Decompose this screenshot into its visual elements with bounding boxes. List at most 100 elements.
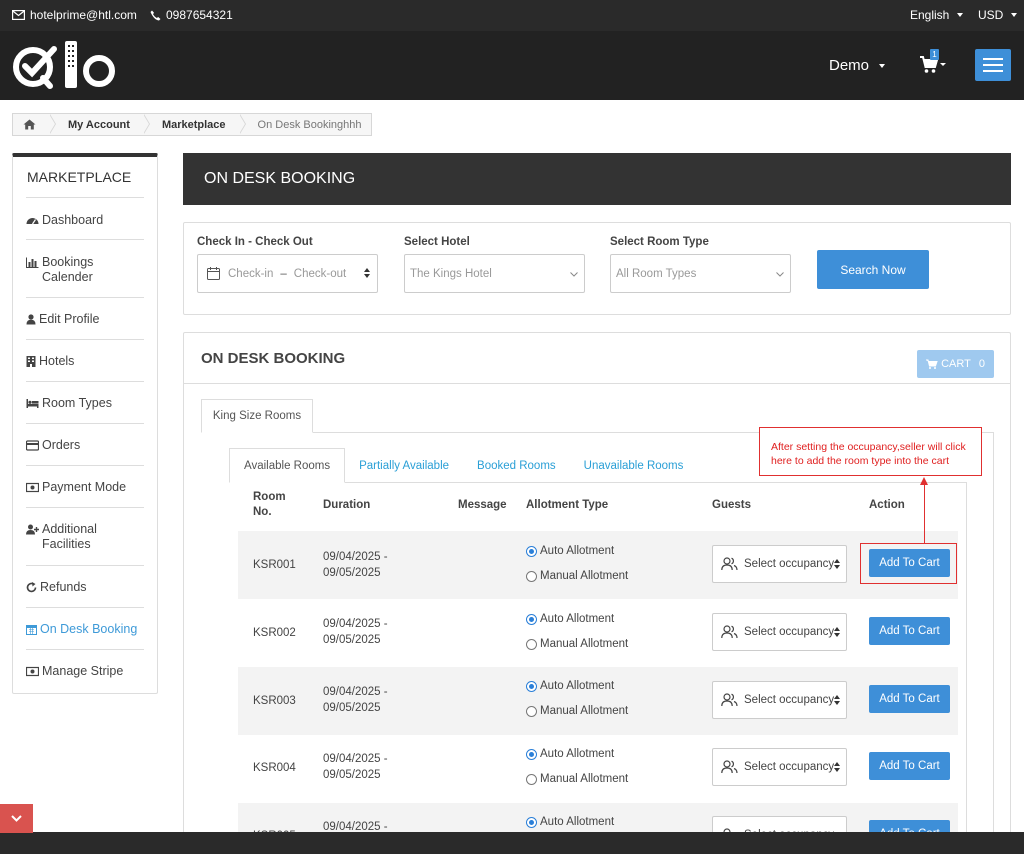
sidebar-item-bookings-calender[interactable]: Bookings Calender — [26, 239, 144, 297]
manual-allotment-label: Manual Allotment — [540, 773, 629, 785]
add-to-cart-button[interactable]: Add To Cart — [869, 685, 950, 713]
manual-allotment-radio[interactable]: Manual Allotment — [526, 705, 628, 717]
home-icon — [23, 119, 36, 130]
auto-allotment-radio[interactable]: Auto Allotment — [526, 680, 614, 692]
top-bar: hotelprime@htl.com 0987654321 English US… — [0, 0, 1024, 31]
auto-allotment-radio[interactable]: Auto Allotment — [526, 748, 614, 760]
duration-to: 09/05/2025 — [323, 634, 381, 646]
tab-booked-rooms[interactable]: Booked Rooms — [463, 448, 570, 483]
contact-email[interactable]: hotelprime@htl.com — [12, 8, 137, 22]
tab-available-rooms[interactable]: Available Rooms — [229, 448, 346, 483]
breadcrumb-my-account[interactable]: My Account — [50, 114, 150, 135]
money-icon — [26, 666, 39, 677]
bed-icon — [26, 399, 39, 408]
duration-to: 09/05/2025 — [323, 567, 381, 579]
date-separator: – — [280, 267, 287, 280]
radio-selected — [526, 748, 537, 760]
divider — [993, 432, 994, 854]
auto-allotment-label: Auto Allotment — [540, 748, 615, 760]
language-dropdown[interactable]: English — [910, 8, 964, 22]
sidebar-item-label: Hotels — [39, 354, 75, 368]
scroll-toggle-button[interactable] — [0, 804, 33, 833]
contact-phone[interactable]: 0987654321 — [150, 8, 233, 22]
annotation-callout: After setting the occupancy,seller will … — [759, 427, 982, 476]
breadcrumb-marketplace[interactable]: Marketplace — [144, 114, 246, 135]
occupancy-placeholder: Select occupancy — [744, 761, 835, 773]
manual-allotment-label: Manual Allotment — [540, 570, 629, 582]
manual-allotment-radio[interactable]: Manual Allotment — [526, 638, 628, 650]
sidebar-item-manage-stripe[interactable]: Manage Stripe — [26, 649, 144, 691]
occupancy-placeholder: Select occupancy — [744, 626, 835, 638]
hamburger-menu-button[interactable] — [975, 49, 1011, 81]
cart-count: 0 — [978, 358, 985, 370]
sidebar-item-orders[interactable]: Orders — [26, 423, 144, 465]
occupancy-select[interactable]: Select occupancy — [712, 748, 847, 786]
credit-card-icon — [26, 440, 39, 451]
users-icon — [721, 760, 738, 774]
money-icon — [26, 482, 39, 493]
sidebar-item-hotels[interactable]: Hotels — [26, 339, 144, 381]
chevron-down-icon — [570, 272, 578, 277]
currency-dropdown[interactable]: USD — [978, 8, 1018, 22]
radio-selected — [526, 816, 537, 828]
sidebar-item-label: Payment Mode — [42, 480, 127, 494]
booking-title: ON DESK BOOKING — [201, 350, 346, 367]
divider — [966, 482, 967, 854]
auto-allotment-radio[interactable]: Auto Allotment — [526, 613, 614, 625]
building-icon — [26, 356, 36, 367]
radio-selected — [526, 613, 537, 625]
room-number: KSR004 — [253, 762, 296, 774]
auto-allotment-radio[interactable]: Auto Allotment — [526, 816, 614, 828]
duration-from: 09/04/2025 - — [323, 618, 388, 630]
auto-allotment-label: Auto Allotment — [540, 613, 615, 625]
manual-allotment-radio[interactable]: Manual Allotment — [526, 773, 628, 785]
sidebar-item-additional-facilities[interactable]: Additional Facilities — [26, 507, 144, 565]
add-to-cart-button[interactable]: Add To Cart — [869, 617, 950, 645]
duration-to: 09/05/2025 — [323, 702, 381, 714]
duration-from: 09/04/2025 - — [323, 686, 388, 698]
manual-allotment-label: Manual Allotment — [540, 705, 629, 717]
sidebar-item-room-types[interactable]: Room Types — [26, 381, 144, 423]
occupancy-select[interactable]: Select occupancy — [712, 681, 847, 719]
search-panel: Check In - Check Out Check-in – Check-ou… — [183, 222, 1011, 315]
roomtype-select[interactable]: All Room Types — [610, 254, 791, 293]
tab-unavailable-rooms[interactable]: Unavailable Rooms — [570, 448, 698, 483]
booking-panel: ON DESK BOOKING CART 0 King Size Rooms A… — [183, 332, 1011, 854]
users-icon — [721, 557, 738, 571]
occupancy-select[interactable]: Select occupancy — [712, 613, 847, 651]
breadcrumb: My Account Marketplace On Desk Bookinghh… — [12, 113, 373, 136]
sidebar-item-edit-profile[interactable]: Edit Profile — [26, 297, 144, 339]
tab-king-size-rooms[interactable]: King Size Rooms — [201, 399, 313, 433]
breadcrumb-home[interactable] — [13, 114, 56, 135]
hotel-select[interactable]: The Kings Hotel — [404, 254, 585, 293]
phone-text: 0987654321 — [166, 8, 233, 22]
qlo-logo[interactable] — [12, 40, 118, 95]
availability-tabs: Available Rooms Partially Available Book… — [229, 448, 697, 483]
roomtype-label: Select Room Type — [610, 236, 709, 248]
tab-partially-available[interactable]: Partially Available — [345, 448, 463, 483]
auto-allotment-radio[interactable]: Auto Allotment — [526, 545, 614, 557]
table-row: KSR004 09/04/2025 - 09/05/2025 Auto Allo… — [238, 735, 958, 803]
cart-button[interactable]: CART 0 — [917, 350, 994, 378]
sidebar-item-refunds[interactable]: Refunds — [26, 565, 144, 607]
divider — [184, 383, 1010, 384]
chevron-down-icon — [11, 815, 22, 822]
occupancy-select[interactable]: Select occupancy — [712, 545, 847, 583]
sidebar-item-on-desk-booking[interactable]: On Desk Booking — [26, 607, 144, 649]
column-header-message: Message — [458, 499, 507, 511]
user-menu[interactable]: Demo — [829, 57, 886, 74]
duration-from: 09/04/2025 - — [323, 551, 388, 563]
occupancy-placeholder: Select occupancy — [744, 694, 835, 706]
user-icon — [26, 314, 36, 325]
sidebar-item-dashboard[interactable]: Dashboard — [26, 197, 144, 239]
search-now-button[interactable]: Search Now — [817, 250, 929, 289]
sidebar-item-payment-mode[interactable]: Payment Mode — [26, 465, 144, 507]
radio-unselected — [526, 705, 537, 717]
bar-chart-icon — [26, 257, 39, 268]
date-range-field[interactable]: Check-in – Check-out — [197, 254, 378, 293]
manual-allotment-radio[interactable]: Manual Allotment — [526, 570, 628, 582]
sidebar-item-label: Refunds — [40, 580, 87, 594]
add-to-cart-button[interactable]: Add To Cart — [869, 752, 950, 780]
table-row: KSR002 09/04/2025 - 09/05/2025 Auto Allo… — [238, 599, 958, 667]
radio-unselected — [526, 638, 537, 650]
